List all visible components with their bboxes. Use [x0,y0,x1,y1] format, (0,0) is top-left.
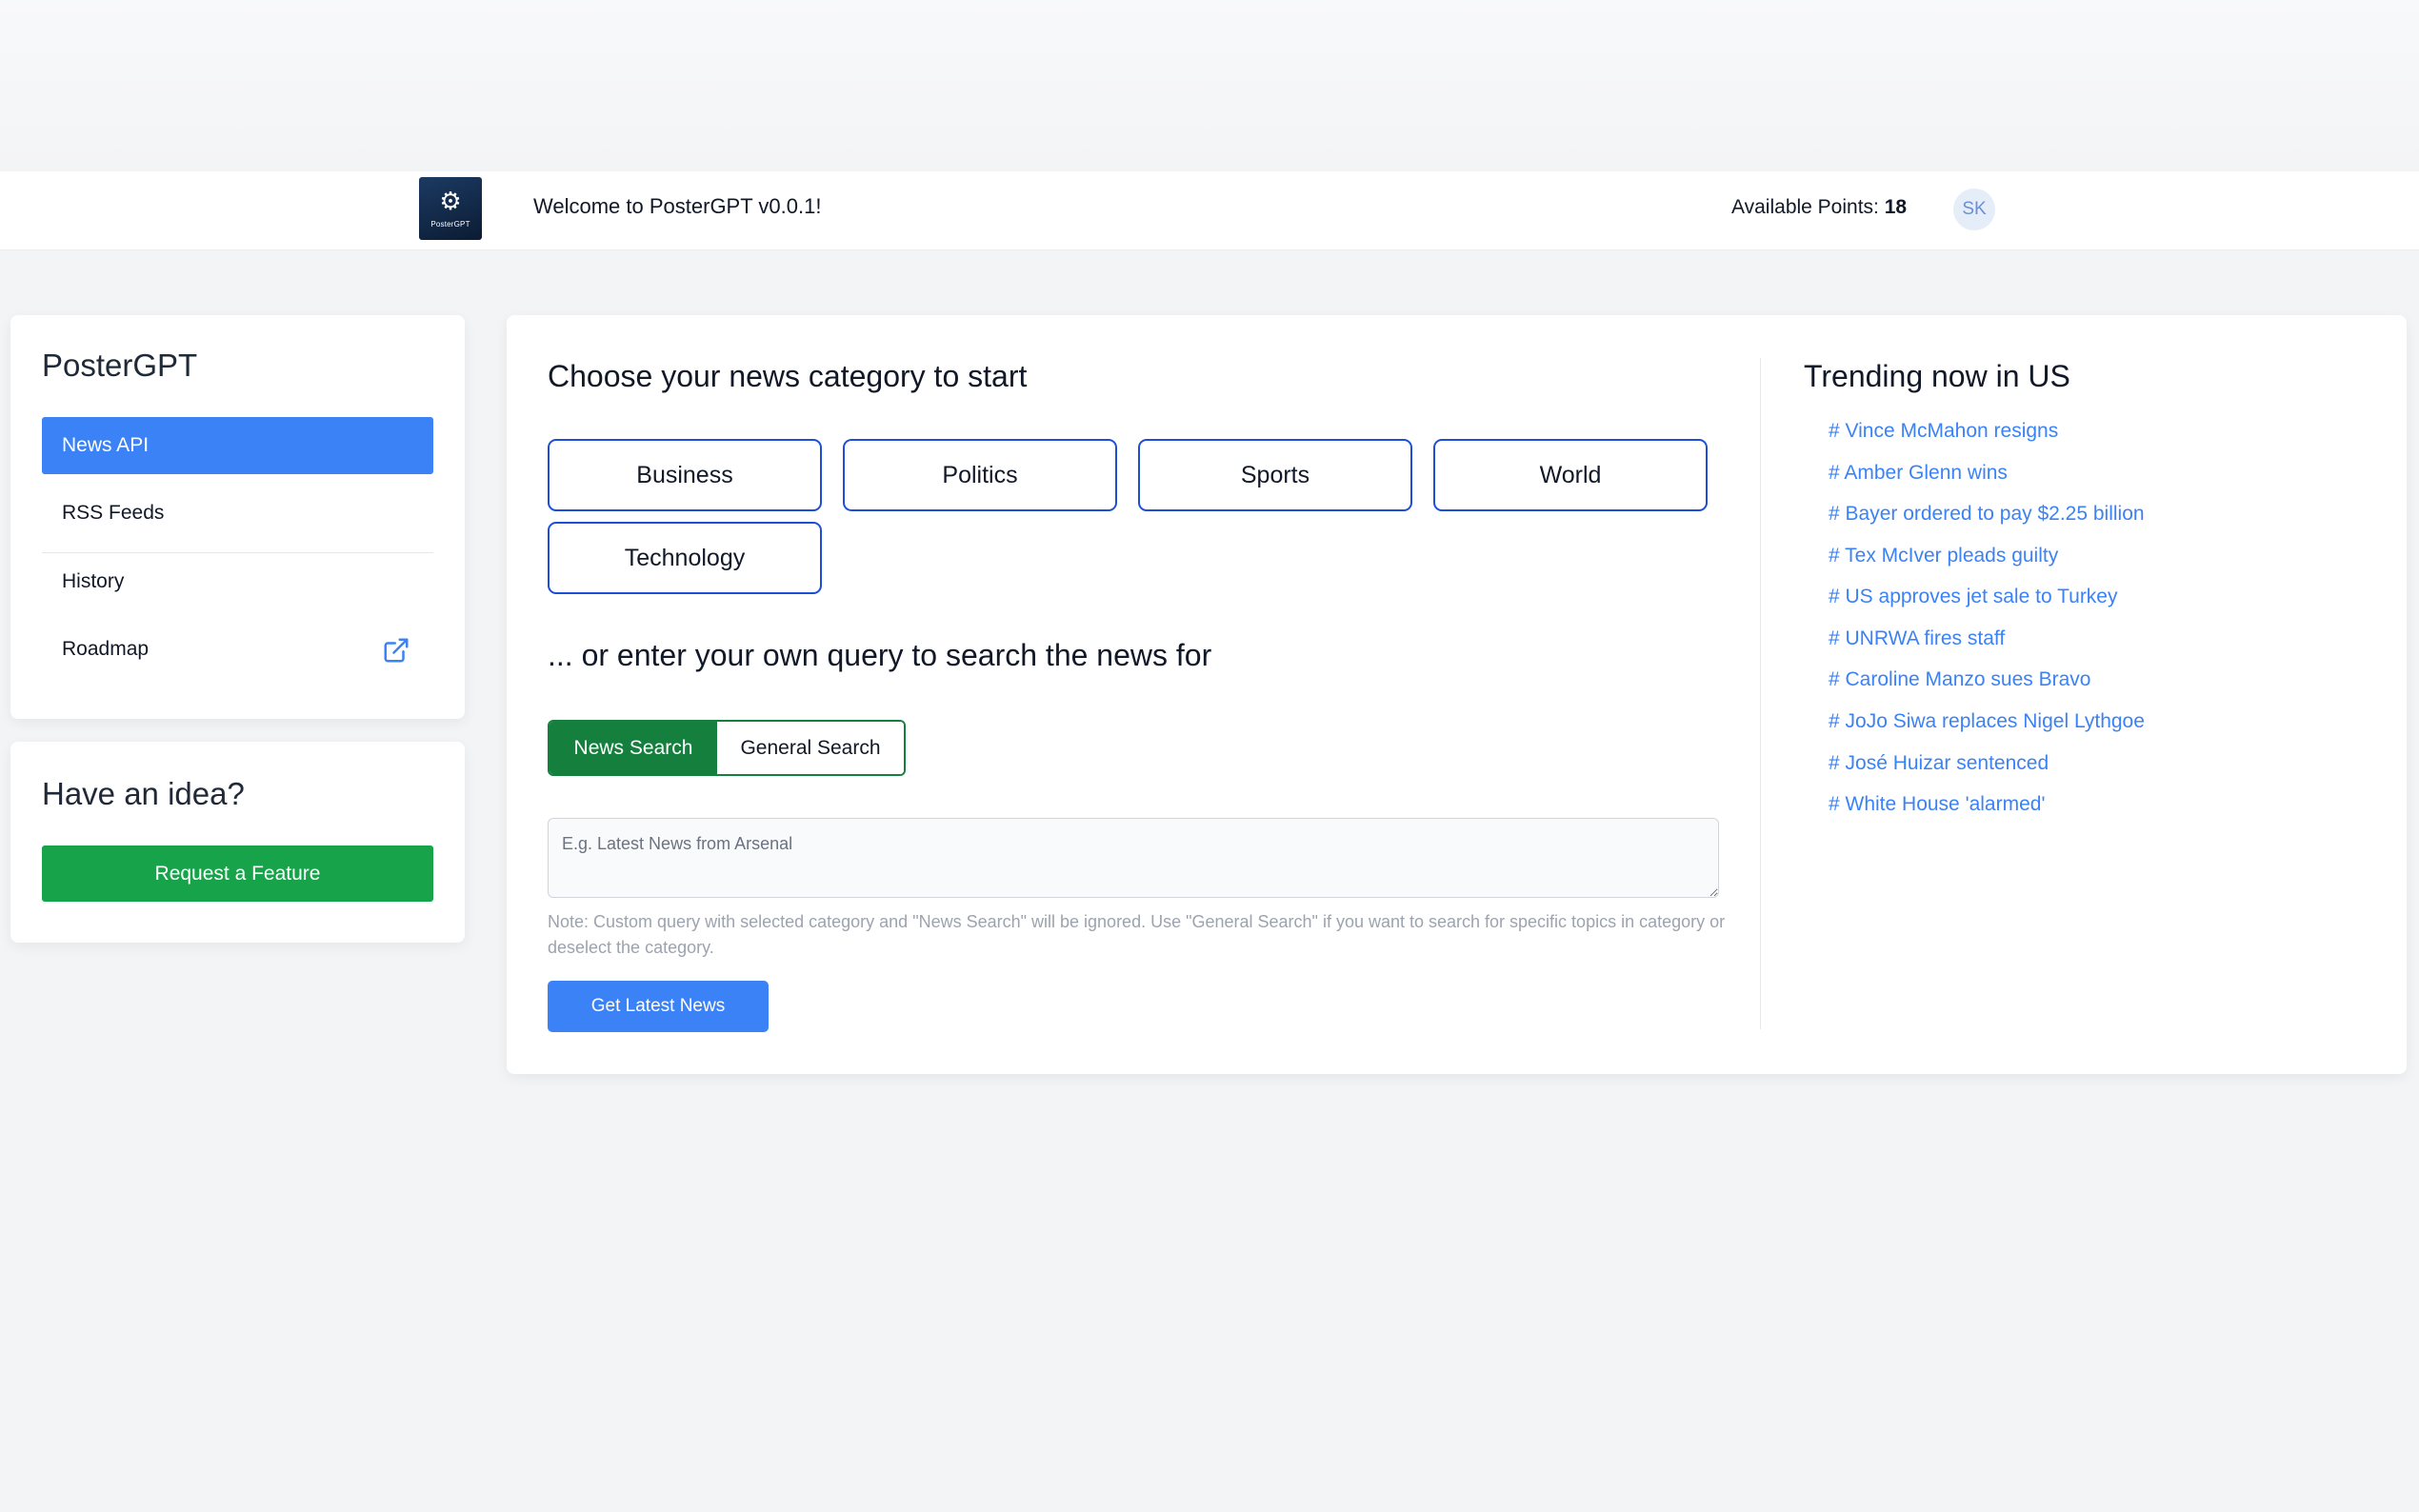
points-value: 18 [1884,196,1908,218]
search-mode-toggle: News Search General Search [548,720,906,776]
trending-item[interactable]: # Vince McMahon resigns [1829,420,2058,443]
query-section-title: ... or enter your own query to search th… [548,638,1212,672]
sidebar-item-label: RSS Feeds [62,502,165,524]
app-logo[interactable]: ⚙ PosterGPT [419,177,482,240]
trending-item[interactable]: # US approves jet sale to Turkey [1829,586,2118,608]
sidebar-item-news-api[interactable]: News API [42,417,433,474]
trending-item[interactable]: # Amber Glenn wins [1829,462,2008,485]
category-politics-button[interactable]: Politics [843,439,1117,511]
welcome-message: Welcome to PosterGPT v0.0.1! [533,194,822,218]
trending-item[interactable]: # UNRWA fires staff [1829,627,2005,650]
category-business-button[interactable]: Business [548,439,822,511]
trending-item[interactable]: # José Huizar sentenced [1829,752,2049,775]
news-search-tab[interactable]: News Search [550,722,717,774]
trending-item[interactable]: # Bayer ordered to pay $2.25 billion [1829,503,2145,526]
category-technology-button[interactable]: Technology [548,522,822,594]
sidebar-item-roadmap[interactable]: Roadmap [42,621,433,678]
column-divider [1760,358,1761,1029]
news-query-input[interactable] [548,818,1719,898]
trending-item[interactable]: # Tex McIver pleads guilty [1829,545,2058,567]
sidebar-item-label: News API [62,434,150,456]
sidebar-brand: PosterGPT [42,348,198,383]
available-points: Available Points: 18 [1731,196,1907,219]
sidebar-item-history[interactable]: History [42,553,433,610]
idea-card: Have an idea? Request a Feature [10,742,465,943]
points-label: Available Points: [1731,196,1879,218]
sidebar-item-rss-feeds[interactable]: RSS Feeds [42,485,433,542]
user-avatar[interactable]: SK [1953,189,1995,230]
category-section-title: Choose your news category to start [548,359,1028,393]
sidebar-item-label: Roadmap [62,638,150,660]
page-top-band [0,0,2419,171]
query-note: Note: Custom query with selected categor… [548,912,1726,957]
external-link-icon [384,638,409,663]
trending-item[interactable]: # JoJo Siwa replaces Nigel Lythgoe [1829,710,2145,733]
trending-title: Trending now in US [1804,359,2070,393]
category-sports-button[interactable]: Sports [1138,439,1412,511]
get-latest-news-button[interactable]: Get Latest News [548,981,769,1032]
idea-title: Have an idea? [42,776,245,811]
sidebar-nav-card: PosterGPT News API RSS Feeds History Roa… [10,315,465,719]
category-world-button[interactable]: World [1433,439,1708,511]
general-search-tab[interactable]: General Search [717,722,904,774]
trending-item[interactable]: # White House 'alarmed' [1829,793,2045,816]
sidebar-item-label: History [62,570,125,592]
app-header [0,171,2419,249]
main-content-card: Choose your news category to start Busin… [507,315,2407,1074]
trending-item[interactable]: # Caroline Manzo sues Bravo [1829,668,2090,691]
logo-emblem-icon: ⚙ [439,187,462,216]
logo-caption: PosterGPT [430,219,470,229]
request-feature-button[interactable]: Request a Feature [42,846,433,902]
